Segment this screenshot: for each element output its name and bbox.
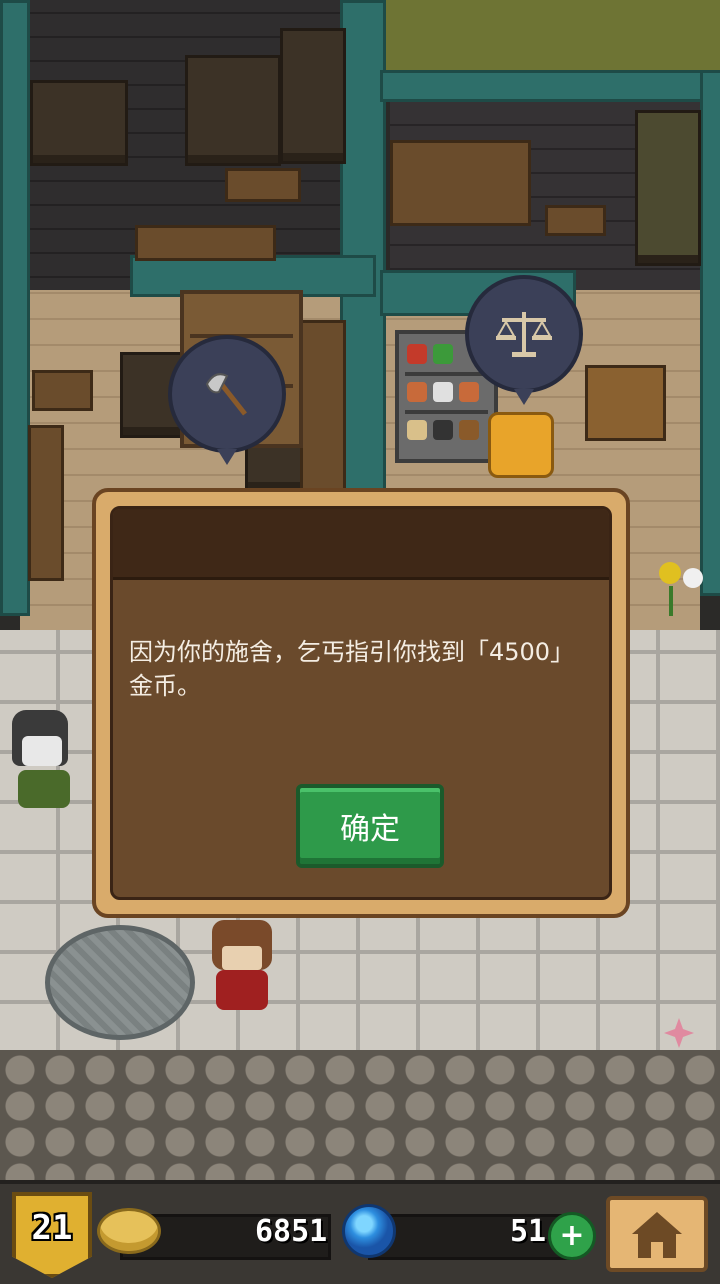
dialog-message: 因为你的施舍，乞丐指引你找到「4500」金币。 <box>129 638 575 700</box>
confirm-button[interactable]: 确定 <box>296 784 444 868</box>
stone-border-left <box>0 0 30 616</box>
gold-coin-icon <box>97 1208 161 1254</box>
cabinet <box>300 320 346 496</box>
cobblestone-road <box>0 1050 720 1180</box>
manhole-cover <box>45 925 195 1040</box>
level-badge-icon[interactable]: 21 <box>12 1192 92 1278</box>
stool <box>32 370 93 411</box>
counter <box>390 140 531 226</box>
cabinet <box>28 425 64 581</box>
balance-scale-icon <box>496 312 552 357</box>
flowers <box>655 560 705 620</box>
table <box>135 225 276 261</box>
stone-top <box>380 70 716 102</box>
axe-icon <box>205 373 247 416</box>
crate <box>30 80 128 166</box>
add-gems-button[interactable]: + <box>548 1212 596 1260</box>
player-level: 21 <box>31 1208 73 1248</box>
crate <box>280 28 346 164</box>
crate <box>185 55 281 166</box>
table <box>225 168 301 202</box>
blue-gem-icon <box>342 1204 396 1258</box>
crate <box>635 110 701 266</box>
dialog-panel: 因为你的施舍，乞丐指引你找到「4500」金币。 确定 <box>110 506 612 900</box>
ladder <box>585 365 666 441</box>
gem-amount: 51 <box>510 1214 547 1249</box>
bottom-hud: 21 6851 51 + <box>0 1180 720 1284</box>
reward-dialog: 因为你的施舍，乞丐指引你找到「4500」金币。 确定 <box>92 488 630 918</box>
weapon-shop-bubble[interactable] <box>168 335 286 465</box>
sparkle-icon <box>664 1018 694 1048</box>
dialog-header <box>113 509 609 580</box>
home-button[interactable] <box>606 1196 708 1272</box>
grass <box>380 0 720 80</box>
house-icon <box>632 1212 682 1258</box>
stone-border-right <box>700 70 720 596</box>
gold-amount: 6851 <box>255 1214 328 1249</box>
stool <box>545 205 606 236</box>
trade-shop-bubble[interactable] <box>465 275 583 405</box>
